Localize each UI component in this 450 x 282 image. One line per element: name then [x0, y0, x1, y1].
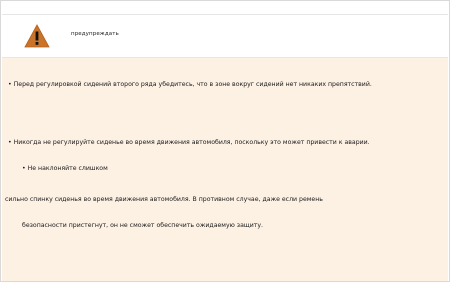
warning-line-3: • Не наклоняйте слишком	[22, 165, 108, 172]
warning-title: предупреждать	[71, 31, 119, 37]
warning-line-5: безопасности пристегнут, он не сможет об…	[22, 222, 263, 229]
warning-line-2: • Никогда не регулируйте сиденье во врем…	[8, 139, 370, 146]
warning-body: • Перед регулировкой сидений второго ряд…	[2, 58, 448, 281]
warning-line-1: • Перед регулировкой сидений второго ряд…	[8, 81, 372, 88]
warning-triangle-icon	[24, 24, 50, 48]
warning-header: предупреждать	[2, 14, 448, 58]
warning-line-4: сильно спинку сиденья во время движения …	[5, 196, 323, 203]
warning-panel: предупреждать • Перед регулировкой сиден…	[0, 0, 450, 282]
